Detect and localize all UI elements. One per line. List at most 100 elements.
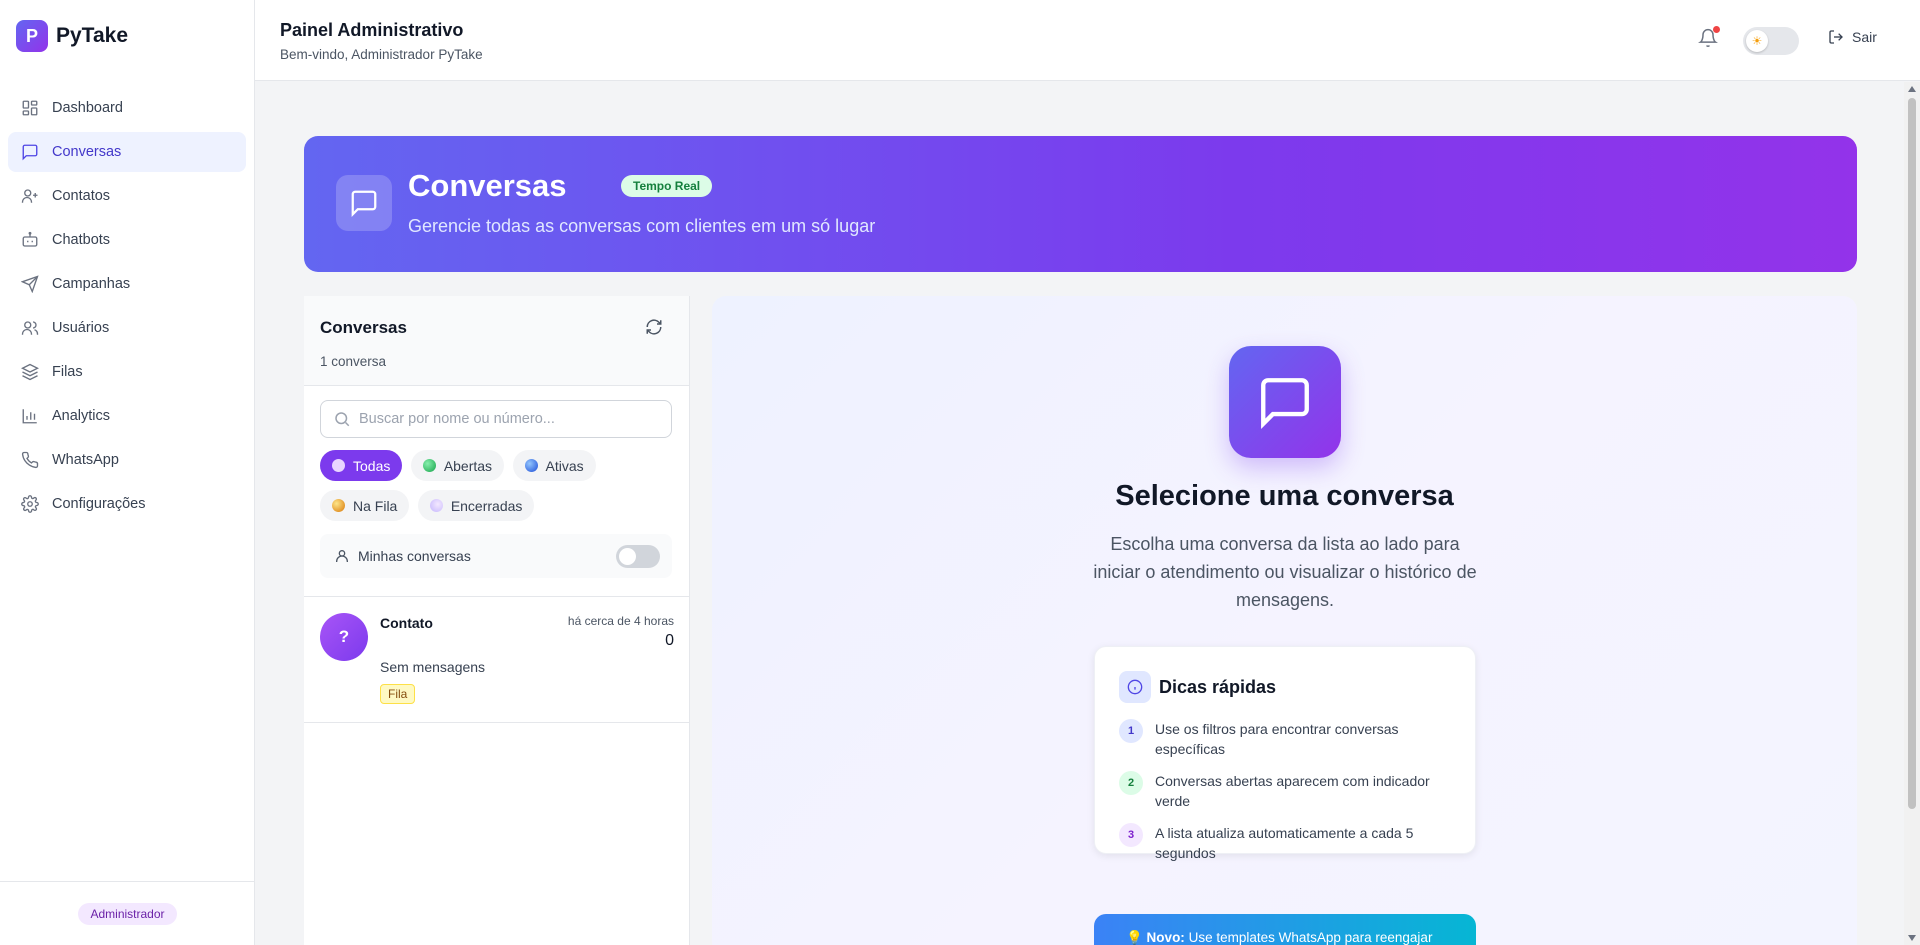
green-dot-icon — [422, 459, 436, 472]
sidebar-item-label: WhatsApp — [52, 452, 119, 468]
filter-label: Todas — [353, 457, 391, 474]
top-header: Painel Administrativo Bem-vindo, Adminis… — [255, 0, 1920, 81]
scroll-up-arrow-icon[interactable] — [1908, 86, 1916, 92]
hero-banner: Conversas Tempo Real Gerencie todas as c… — [304, 136, 1857, 272]
avatar: ? — [320, 613, 368, 661]
sidebar-item-campanhas[interactable]: Campanhas — [8, 264, 246, 304]
tip-text: Use os filtros para encontrar conversas … — [1155, 721, 1399, 757]
refresh-button[interactable] — [645, 318, 665, 338]
sidebar-item-whatsapp[interactable]: WhatsApp — [8, 440, 246, 480]
my-conversations-label: Minhas conversas — [358, 548, 471, 564]
sidebar-item-label: Contatos — [52, 188, 111, 204]
filter-todas[interactable]: Todas — [320, 450, 403, 481]
page-scrollbar[interactable] — [1904, 82, 1920, 945]
conversation-item[interactable]: ? Contato há cerca de 4 horas 0 Sem mens… — [304, 597, 690, 723]
sidebar-item-configuracoes[interactable]: Configurações — [8, 484, 246, 524]
status-badge: Fila — [380, 684, 416, 704]
filter-ativas[interactable]: Ativas — [512, 450, 596, 481]
search-box — [320, 400, 672, 438]
notification-bell-button[interactable] — [1698, 26, 1720, 50]
role-badge: Administrador — [78, 902, 177, 925]
hero-title: Conversas — [408, 168, 567, 203]
logout-button[interactable]: Sair — [1828, 29, 1877, 45]
sidebar-item-dashboard[interactable]: Dashboard — [8, 88, 246, 128]
chat-icon — [1229, 346, 1341, 458]
empty-description: Escolha uma conversa da lista ao lado pa… — [1093, 534, 1477, 610]
tip-item: 2 Conversas abertas aparecem com indicad… — [1119, 771, 1449, 811]
main-content: Conversas Tempo Real Gerencie todas as c… — [256, 82, 1904, 945]
gear-icon — [20, 494, 40, 514]
contact-name: Contato — [380, 615, 433, 631]
logout-icon — [1829, 30, 1843, 44]
blue-dot-icon — [524, 459, 538, 472]
sidebar-item-usuarios[interactable]: Usuários — [8, 308, 246, 348]
tip-text: A lista atualiza automaticamente a cada … — [1155, 825, 1414, 861]
filter-abertas[interactable]: Abertas — [410, 450, 505, 481]
filter-na-fila[interactable]: Na Fila — [320, 490, 410, 521]
my-conversations-toggle[interactable] — [616, 545, 660, 568]
tip-number: 2 — [1119, 771, 1143, 795]
phone-icon — [20, 450, 40, 470]
users-icon — [20, 318, 40, 338]
sidebar-item-label: Filas — [52, 364, 83, 380]
new-feature-banner[interactable]: 💡 Novo: Use templates WhatsApp para reen… — [1094, 914, 1476, 945]
unread-count: 0 — [665, 632, 674, 649]
quick-tips-card: Dicas rápidas 1 Use os filtros para enco… — [1094, 646, 1476, 861]
send-icon — [20, 274, 40, 294]
filter-chips: Todas Abertas Ativas Na Fila Encerradas — [320, 450, 680, 530]
notification-dot — [1713, 26, 1720, 33]
conversation-list-panel: Conversas 1 conversa Todas Abertas Ativa… — [304, 296, 690, 945]
dashboard-icon — [20, 98, 40, 118]
sidebar-item-label: Configurações — [52, 496, 146, 512]
sidebar-nav: Dashboard Conversas Contatos Chatbots Ca… — [0, 88, 254, 524]
last-message: Sem mensagens — [380, 659, 486, 675]
sidebar: P PyTake Dashboard Conversas Contatos Ch… — [0, 0, 255, 945]
search-input[interactable] — [359, 411, 659, 427]
sidebar-item-label: Conversas — [52, 144, 122, 160]
sidebar-item-label: Chatbots — [52, 232, 111, 248]
list-header: Conversas 1 conversa — [304, 296, 689, 386]
sidebar-item-label: Analytics — [52, 408, 111, 424]
tip-item: 3 A lista atualiza automaticamente a cad… — [1119, 823, 1449, 863]
filter-encerradas[interactable]: Encerradas — [417, 490, 535, 521]
chat-bubble-icon — [332, 459, 345, 472]
theme-toggle[interactable]: ☀ — [1743, 27, 1799, 55]
new-feature-text: Use templates WhatsApp para reengajar — [1184, 930, 1433, 945]
filter-label: Encerradas — [450, 497, 523, 514]
tip-text: Conversas abertas aparecem com indicador… — [1155, 773, 1430, 809]
conversation-time: há cerca de 4 horas — [567, 614, 674, 628]
realtime-badge: Tempo Real — [621, 175, 713, 197]
hero-subtitle: Gerencie todas as conversas com clientes… — [408, 216, 876, 236]
sidebar-footer: Administrador — [0, 881, 255, 945]
tip-item: 1 Use os filtros para encontrar conversa… — [1119, 719, 1449, 759]
chat-icon — [336, 175, 392, 231]
sidebar-item-chatbots[interactable]: Chatbots — [8, 220, 246, 260]
tip-number: 3 — [1119, 823, 1143, 847]
search-icon — [335, 412, 350, 427]
sidebar-item-conversas[interactable]: Conversas — [8, 132, 246, 172]
sidebar-item-contatos[interactable]: Contatos — [8, 176, 246, 216]
sidebar-item-label: Dashboard — [52, 100, 123, 116]
layers-icon — [20, 362, 40, 382]
sun-icon: ☀ — [1746, 30, 1768, 52]
yellow-dot-icon — [332, 499, 345, 512]
scroll-down-arrow-icon[interactable] — [1908, 935, 1916, 941]
sidebar-item-analytics[interactable]: Analytics — [8, 396, 246, 436]
sidebar-item-label: Usuários — [52, 320, 110, 336]
filter-label: Ativas — [545, 457, 584, 474]
brand-name: PyTake — [56, 24, 128, 47]
empty-state-panel: Selecione uma conversa Escolha uma conve… — [712, 296, 1857, 945]
sidebar-item-filas[interactable]: Filas — [8, 352, 246, 392]
brand-logo: P — [16, 20, 48, 52]
scrollbar-thumb[interactable] — [1908, 98, 1916, 809]
tips-title: Dicas rápidas — [1159, 676, 1277, 697]
page-title: Painel Administrativo — [280, 20, 464, 40]
user-icon — [336, 550, 348, 562]
filter-label: Abertas — [443, 457, 493, 474]
brand[interactable]: P PyTake — [0, 0, 254, 72]
conversation-count: 1 conversa — [320, 354, 387, 369]
bot-icon — [20, 230, 40, 250]
bar-chart-icon — [20, 406, 40, 426]
moon-icon — [429, 499, 443, 512]
tip-number: 1 — [1119, 719, 1143, 743]
